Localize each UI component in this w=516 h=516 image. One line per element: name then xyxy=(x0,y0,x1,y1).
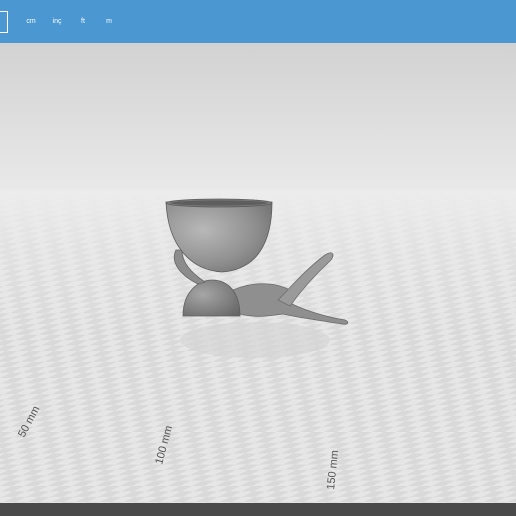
unit-inch-label: inç xyxy=(52,18,62,25)
3d-viewport[interactable]: 50 mm 100 mm 150 mm xyxy=(0,43,516,503)
unit-inch-button[interactable]: inç xyxy=(44,0,70,43)
unit-m-label: m xyxy=(106,18,112,25)
unit-cm-button[interactable]: cm xyxy=(18,0,44,43)
unit-ft-button[interactable]: ft xyxy=(70,0,96,43)
unit-toolbar: mm cm inç ft m xyxy=(0,0,516,43)
unit-cm-label: cm xyxy=(26,18,36,25)
unit-m-button[interactable]: m xyxy=(96,0,122,43)
status-bar xyxy=(0,503,516,516)
unit-mm-button[interactable]: mm xyxy=(0,10,8,33)
viewport-canvas: 50 mm 100 mm 150 mm xyxy=(0,43,516,503)
unit-ft-label: ft xyxy=(81,18,85,25)
